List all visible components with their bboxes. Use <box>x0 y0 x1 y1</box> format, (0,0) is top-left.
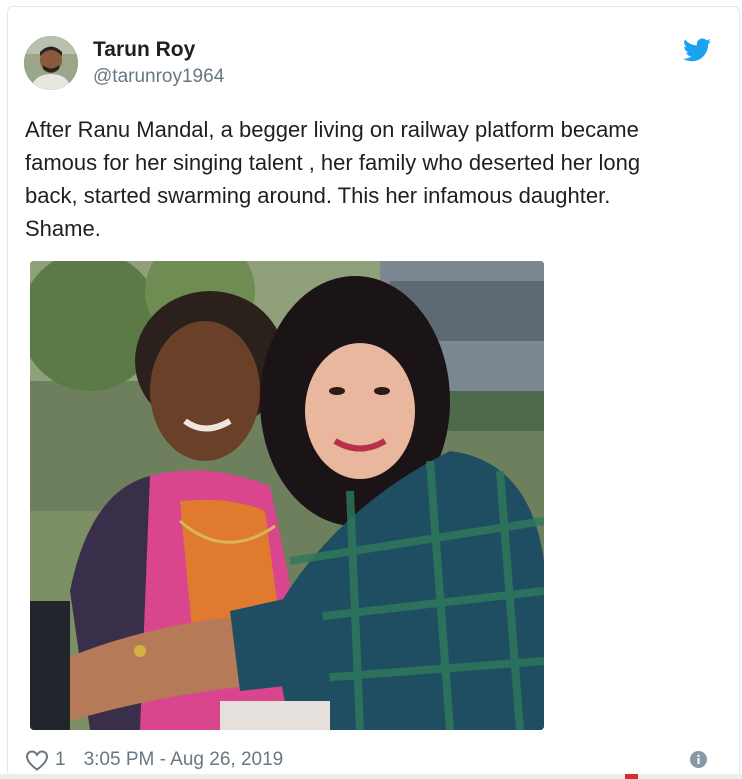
tweet-text: After Ranu Mandal, a begger living on ra… <box>25 113 715 245</box>
tweet-text-line: After Ranu Mandal, a begger living on ra… <box>25 117 639 142</box>
tweet-timestamp[interactable]: 3:05 PM - Aug 26, 2019 <box>84 749 284 771</box>
tweet-text-line: famous for her singing talent , her fami… <box>25 150 641 175</box>
heart-outline-icon[interactable] <box>25 749 49 771</box>
author-name[interactable]: Tarun Roy <box>93 38 195 62</box>
bottom-strip-marker <box>625 774 638 779</box>
tweet-text-line: Shame. <box>25 216 101 241</box>
tweet-footer: 1 3:05 PM - Aug 26, 2019 <box>25 746 283 774</box>
photo-two-women-hugging <box>30 261 544 730</box>
author-avatar[interactable] <box>24 36 78 90</box>
avatar-photo <box>24 36 78 90</box>
tweet-text-line: back, started swarming around. This her … <box>25 183 611 208</box>
tweet-photo[interactable] <box>30 261 544 730</box>
like-count: 1 <box>55 749 66 770</box>
author-handle[interactable]: @tarunroy1964 <box>93 66 224 88</box>
twitter-bird-icon[interactable] <box>683 38 711 62</box>
info-circle-icon[interactable] <box>690 751 707 768</box>
